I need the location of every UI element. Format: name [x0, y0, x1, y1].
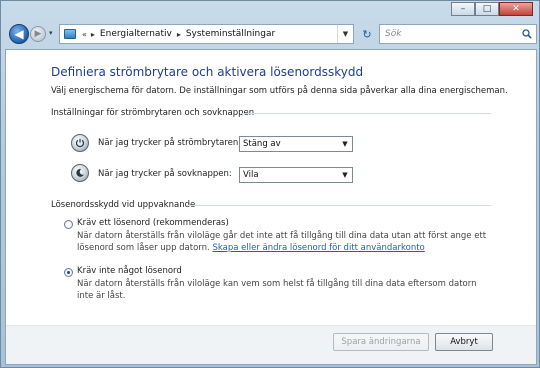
chevron-right-icon[interactable]: ▸ — [175, 30, 183, 39]
save-changes-button[interactable]: Spara ändringarna — [333, 333, 429, 351]
power-button-action-select[interactable]: Stäng av ▼ — [239, 136, 353, 152]
search-box[interactable]: Sök — [379, 24, 537, 44]
password-section-heading: Lösenordsskydd vid uppvaknande — [51, 200, 196, 210]
no-password-label[interactable]: Kräv inte något lösenord — [77, 266, 182, 276]
require-password-label[interactable]: Kräv ett lösenord (rekommenderas) — [77, 218, 229, 228]
window-controls: – □ ✕ — [451, 2, 533, 16]
close-button[interactable]: ✕ — [499, 2, 533, 16]
navigation-bar: ◀ ▶ ▾ « ▸ Energialternativ ▸ Systeminstä… — [5, 21, 537, 47]
back-arrow-icon: ◀ — [14, 27, 24, 41]
dialog-footer: Spara ändringarna Avbryt — [6, 326, 536, 364]
search-input[interactable]: Sök — [380, 29, 518, 39]
no-password-radio[interactable] — [64, 268, 73, 277]
control-panel-window: – □ ✕ ◀ ▶ ▾ « ▸ Energialternativ ▸ Syste… — [0, 0, 540, 368]
maximize-button[interactable]: □ — [475, 2, 499, 16]
main-content: Definiera strömbrytare och aktivera löse… — [5, 49, 537, 365]
page-title: Definiera strömbrytare och aktivera löse… — [51, 65, 364, 79]
control-panel-icon — [60, 25, 80, 43]
address-dropdown-button[interactable]: ▼ — [337, 25, 353, 43]
refresh-button[interactable]: ↻ — [357, 24, 377, 44]
forward-button[interactable]: ▶ — [30, 26, 46, 42]
buttons-section-heading: Inställningar för strömbrytaren och sovk… — [51, 108, 255, 118]
chevron-down-icon: ▼ — [342, 171, 348, 179]
search-icon[interactable] — [518, 25, 536, 43]
address-bar[interactable]: « ▸ Energialternativ ▸ Systeminställning… — [59, 24, 354, 44]
sleep-button-icon — [71, 164, 89, 182]
section-divider — [186, 205, 491, 206]
chevron-down-icon: ▼ — [342, 140, 348, 148]
breadcrumb-systeminstallningar[interactable]: Systeminställningar — [183, 25, 278, 43]
sleep-button-action-select[interactable]: Vila ▼ — [239, 167, 353, 183]
no-password-description: När datorn återställs från viloläge kan … — [77, 279, 477, 301]
power-button-action-value: Stäng av — [243, 139, 281, 149]
power-button-icon — [71, 134, 89, 152]
breadcrumb-energialternativ[interactable]: Energialternativ — [97, 25, 175, 43]
refresh-icon: ↻ — [362, 27, 372, 41]
chevron-right-icon[interactable]: ▸ — [89, 30, 97, 39]
cancel-button[interactable]: Avbryt — [435, 333, 493, 351]
require-password-description: När datorn återställs från viloläge går … — [77, 231, 487, 253]
minimize-button[interactable]: – — [451, 2, 475, 16]
power-button-label: När jag trycker på strömbrytaren: — [98, 138, 242, 148]
back-button[interactable]: ◀ — [9, 24, 29, 44]
page-subtitle: Välj energischema för datorn. De inställ… — [51, 86, 508, 96]
sleep-button-action-value: Vila — [243, 170, 259, 180]
require-password-radio[interactable] — [64, 220, 73, 229]
change-password-link[interactable]: Skapa eller ändra lösenord för ditt anvä… — [212, 243, 424, 253]
sleep-button-label: När jag trycker på sovknappen: — [98, 169, 232, 179]
section-divider — [241, 113, 491, 114]
forward-arrow-icon: ▶ — [34, 29, 42, 39]
breadcrumb-overflow[interactable]: « — [80, 30, 89, 39]
recent-pages-dropdown[interactable]: ▾ — [49, 29, 53, 37]
